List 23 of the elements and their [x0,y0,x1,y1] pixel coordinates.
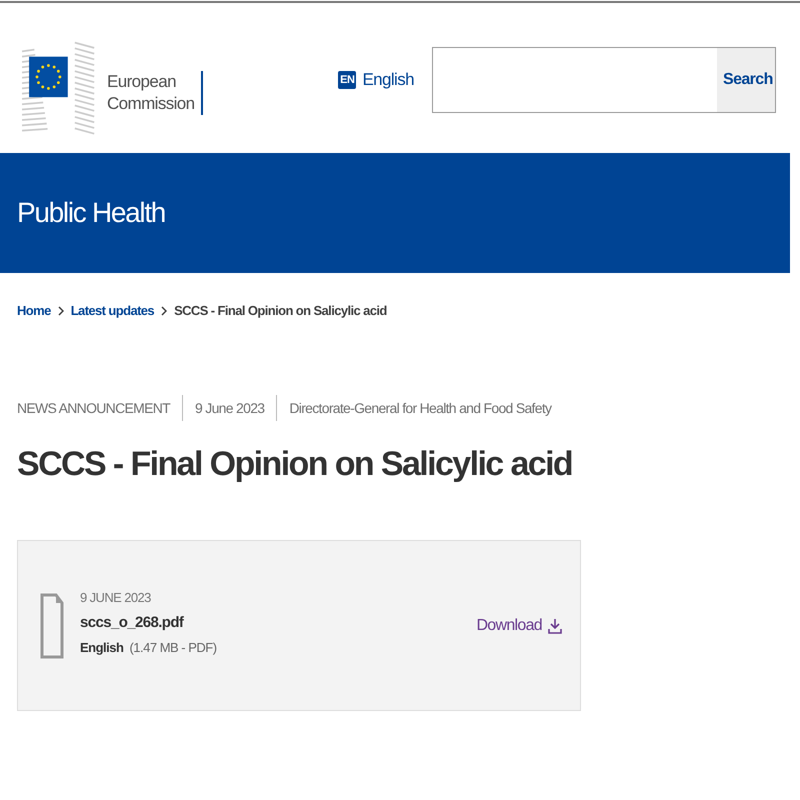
site-title: Public Health [17,197,166,229]
file-name: sccs_o_268.pdf [80,614,185,631]
breadcrumb-link[interactable]: Latest updates [70,303,154,318]
file-date: 9 JUNE 2023 [80,590,152,605]
meta-text: NEWS ANNOUNCEMENT [17,399,172,418]
breadcrumb-link[interactable]: Home [17,303,51,318]
meta-text: Directorate-General for Health and Food Safety [276,395,564,421]
chevron-icon [161,306,168,316]
search-field[interactable]: Search [432,47,776,113]
chevron-icon [58,306,64,316]
file-icon [40,592,64,658]
logo-text: European [107,71,177,93]
logo-text: Commission [107,93,195,115]
meta-text: 9 June 2023 [182,395,276,421]
language-badge[interactable]: EN [338,71,356,89]
file-language: English [80,640,124,655]
language-link[interactable]: English [362,70,414,90]
file-size: (1.47 MB - PDF) [129,640,217,655]
download-link[interactable]: Download [476,616,542,634]
page-title: SCCS - Final Opinion on Salicylic acid [17,445,574,484]
search-button[interactable]: Search [717,48,775,112]
breadcrumb-current: SCCS - Final Opinion on Salicylic acid [174,303,387,318]
download-icon[interactable] [548,618,562,634]
